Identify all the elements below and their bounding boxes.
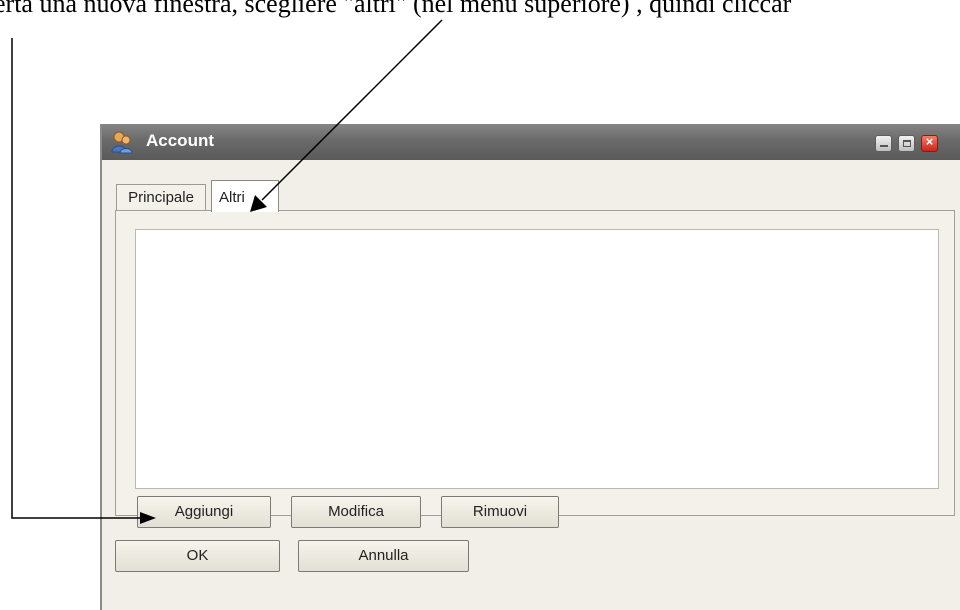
- cancel-button[interactable]: Annulla: [298, 540, 469, 572]
- tab-altri[interactable]: Altri: [211, 180, 279, 212]
- remove-button[interactable]: Rimuovi: [441, 496, 559, 528]
- users-icon: [111, 131, 133, 154]
- account-window: Account × Principale Aggiungi Modifica R…: [100, 124, 960, 610]
- close-icon: ×: [925, 134, 934, 149]
- accounts-list[interactable]: [135, 229, 939, 489]
- add-button[interactable]: Aggiungi: [137, 496, 271, 528]
- close-button[interactable]: ×: [921, 134, 938, 152]
- minimize-button[interactable]: [875, 135, 892, 152]
- maximize-icon: [903, 140, 911, 147]
- instruction-caption: erta una nuova finestra, scegliere "altr…: [0, 0, 792, 18]
- edit-button[interactable]: Modifica: [291, 496, 421, 528]
- title-bar[interactable]: Account ×: [102, 124, 960, 160]
- maximize-button[interactable]: [898, 135, 915, 152]
- minimize-icon: [880, 145, 888, 147]
- ok-button[interactable]: OK: [115, 540, 280, 572]
- tab-principale[interactable]: Principale: [116, 184, 206, 210]
- tab-panel-altri: Aggiungi Modifica Rimuovi: [115, 210, 955, 528]
- window-title: Account: [146, 131, 214, 150]
